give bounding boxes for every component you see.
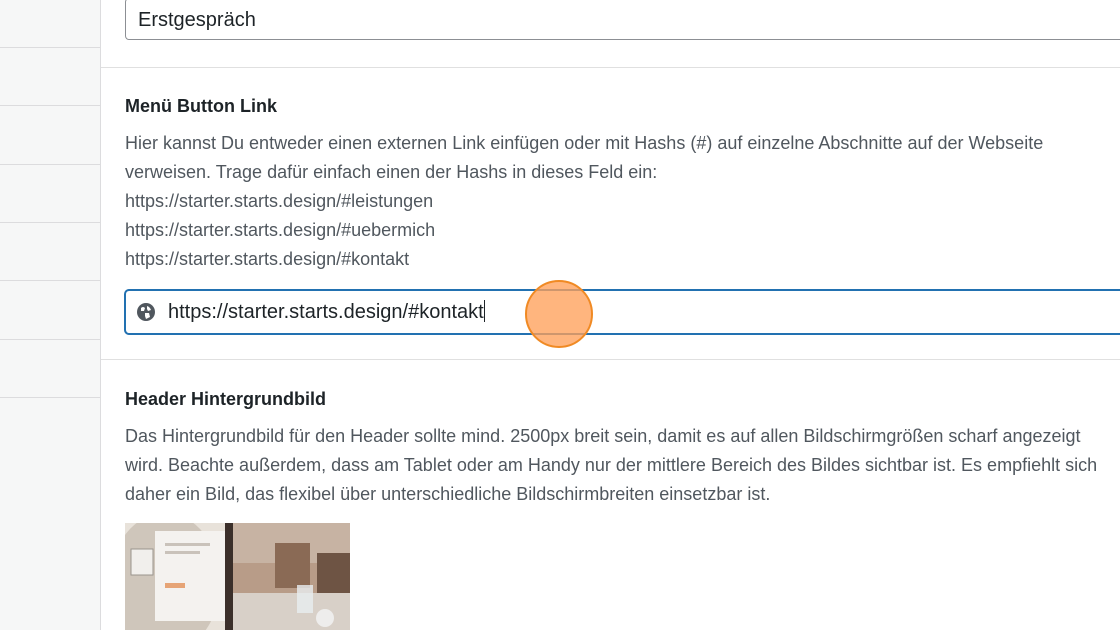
sidebar-divider	[0, 47, 100, 48]
sidebar-divider	[0, 339, 100, 340]
header-background-thumbnail[interactable]	[125, 523, 350, 630]
header-background-description: Das Hintergrundbild für den Header sollt…	[125, 422, 1120, 509]
sidebar-divider	[0, 105, 100, 106]
description-line: https://starter.starts.design/#kontakt	[125, 249, 410, 269]
settings-panel: Erstgespräch Menü Button Link Hier kanns…	[101, 0, 1120, 630]
globe-icon	[137, 303, 155, 321]
field-divider	[101, 67, 1120, 68]
description-line: Hier kannst Du entweder einen externen L…	[125, 133, 1044, 153]
menu-button-link-label: Menü Button Link	[125, 96, 277, 116]
sidebar-divider	[0, 164, 100, 165]
description-line: https://starter.starts.design/#leistunge…	[125, 191, 434, 211]
link-input-value: https://starter.starts.design/#kontakt	[168, 300, 485, 323]
header-image-preview	[125, 523, 350, 630]
sidebar-divider	[0, 222, 100, 223]
sidebar-divider	[0, 280, 100, 281]
description-line: verweisen. Trage dafür einfach einen der…	[125, 162, 658, 182]
description-line: Das Hintergrundbild für den Header sollt…	[125, 426, 1081, 446]
description-line: daher ein Bild, das flexibel über unters…	[125, 484, 771, 504]
description-line: https://starter.starts.design/#uebermich	[125, 220, 436, 240]
header-background-label: Header Hintergrundbild	[125, 389, 327, 409]
menu-button-link-input[interactable]: https://starter.starts.design/#kontakt	[125, 290, 1120, 334]
field-divider	[101, 359, 1120, 360]
button-text-input[interactable]: Erstgespräch	[125, 0, 1120, 40]
sidebar-divider	[0, 397, 100, 398]
text-caret	[483, 300, 485, 322]
menu-button-link-description: Hier kannst Du entweder einen externen L…	[125, 129, 1120, 274]
description-line: wird. Beachte außerdem, dass am Tablet o…	[125, 455, 1098, 475]
click-indicator	[525, 280, 593, 348]
admin-sidebar-strip	[0, 0, 101, 630]
